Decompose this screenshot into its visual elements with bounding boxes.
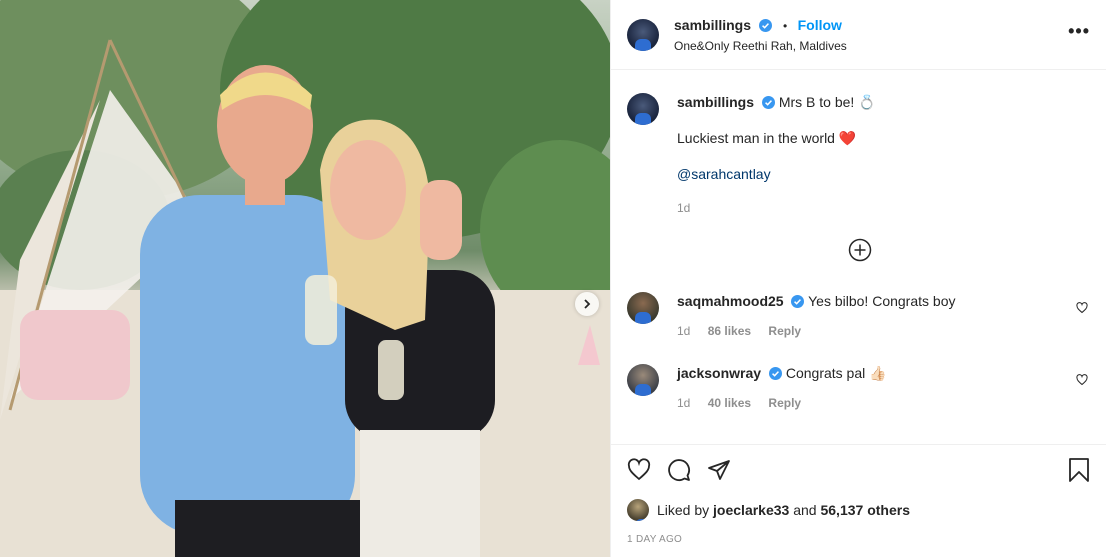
verified-badge-icon (768, 367, 782, 380)
comment-bubble-icon (668, 459, 690, 481)
caption: sambillings Mrs B to be! 💍 Luckiest man … (627, 93, 1090, 217)
verified-badge-icon (759, 18, 773, 32)
commenter-avatar[interactable] (627, 292, 659, 324)
bookmark-icon (1069, 458, 1089, 482)
comment-time[interactable]: 1d (677, 324, 690, 338)
post-date[interactable]: 1 DAY AGO (627, 534, 1090, 545)
likes-and: and (793, 502, 817, 518)
comment-username[interactable]: saqmahmood25 (677, 293, 784, 309)
comment-likes[interactable]: 86 likes (708, 324, 751, 338)
reply-button[interactable]: Reply (768, 396, 801, 410)
liker-avatar[interactable] (627, 499, 649, 521)
comment-text: Congrats pal 👍🏻 (785, 365, 887, 381)
verified-badge-icon (761, 96, 775, 109)
caption-text: Mrs B to be! 💍 (778, 94, 876, 110)
heart-icon (627, 458, 651, 481)
plus-circle-icon (848, 238, 872, 262)
verified-badge-icon (791, 295, 805, 308)
save-button[interactable] (1068, 458, 1090, 482)
separator-dot: • (782, 18, 788, 33)
chevron-right-icon (584, 299, 591, 309)
post-location[interactable]: One&Only Reethi Rah, Maldives (674, 39, 847, 53)
commenter-avatar[interactable] (627, 364, 659, 396)
comment-time[interactable]: 1d (677, 396, 690, 410)
post-detail-panel: sambillings • Follow One&Only Reethi Rah… (610, 0, 1106, 557)
likes-others-link[interactable]: 56,137 others (820, 502, 910, 518)
like-comment-heart-icon[interactable] (1076, 302, 1088, 314)
comment-item: saqmahmood25 Yes bilbo! Congrats boy 1d … (627, 292, 1090, 340)
comment-text: Yes bilbo! Congrats boy (808, 293, 956, 309)
paper-plane-icon (708, 460, 730, 480)
post-actions: Liked by joeclarke33 and 56,137 others 1… (611, 444, 1106, 557)
like-comment-heart-icon[interactable] (1076, 374, 1088, 386)
comment-likes[interactable]: 40 likes (708, 396, 751, 410)
caption-avatar[interactable] (627, 93, 659, 125)
caption-time[interactable]: 1d (677, 201, 690, 215)
post-header: sambillings • Follow One&Only Reethi Rah… (611, 0, 1106, 70)
post-photo[interactable] (0, 0, 610, 557)
like-button[interactable] (627, 458, 651, 482)
liker-username[interactable]: joeclarke33 (713, 502, 789, 518)
more-options-icon[interactable]: ••• (1068, 22, 1090, 40)
likes-summary: Liked by joeclarke33 and 56,137 others (627, 499, 1090, 521)
reply-button[interactable]: Reply (768, 324, 801, 338)
load-more-comments-button[interactable] (848, 238, 872, 262)
comment-username[interactable]: jacksonwray (677, 365, 761, 381)
caption-username[interactable]: sambillings (677, 94, 754, 110)
liked-by-prefix: Liked by (657, 502, 710, 518)
photo-scene (0, 0, 610, 557)
comment-button[interactable] (667, 458, 691, 482)
author-username[interactable]: sambillings (674, 17, 751, 33)
action-icons (627, 445, 1090, 493)
author-avatar[interactable] (627, 18, 659, 51)
author-info: sambillings • Follow One&Only Reethi Rah… (674, 17, 847, 53)
follow-button[interactable]: Follow (798, 17, 842, 33)
carousel-next-button[interactable] (575, 292, 599, 316)
caption-text-line2: Luckiest man in the world ❤️ (677, 130, 857, 146)
comments-section: sambillings Mrs B to be! 💍 Luckiest man … (611, 70, 1106, 444)
caption-mention[interactable]: @sarahcantlay (677, 166, 771, 182)
comment-item: jacksonwray Congrats pal 👍🏻 1d 40 likes … (627, 364, 1090, 412)
share-button[interactable] (707, 458, 731, 482)
